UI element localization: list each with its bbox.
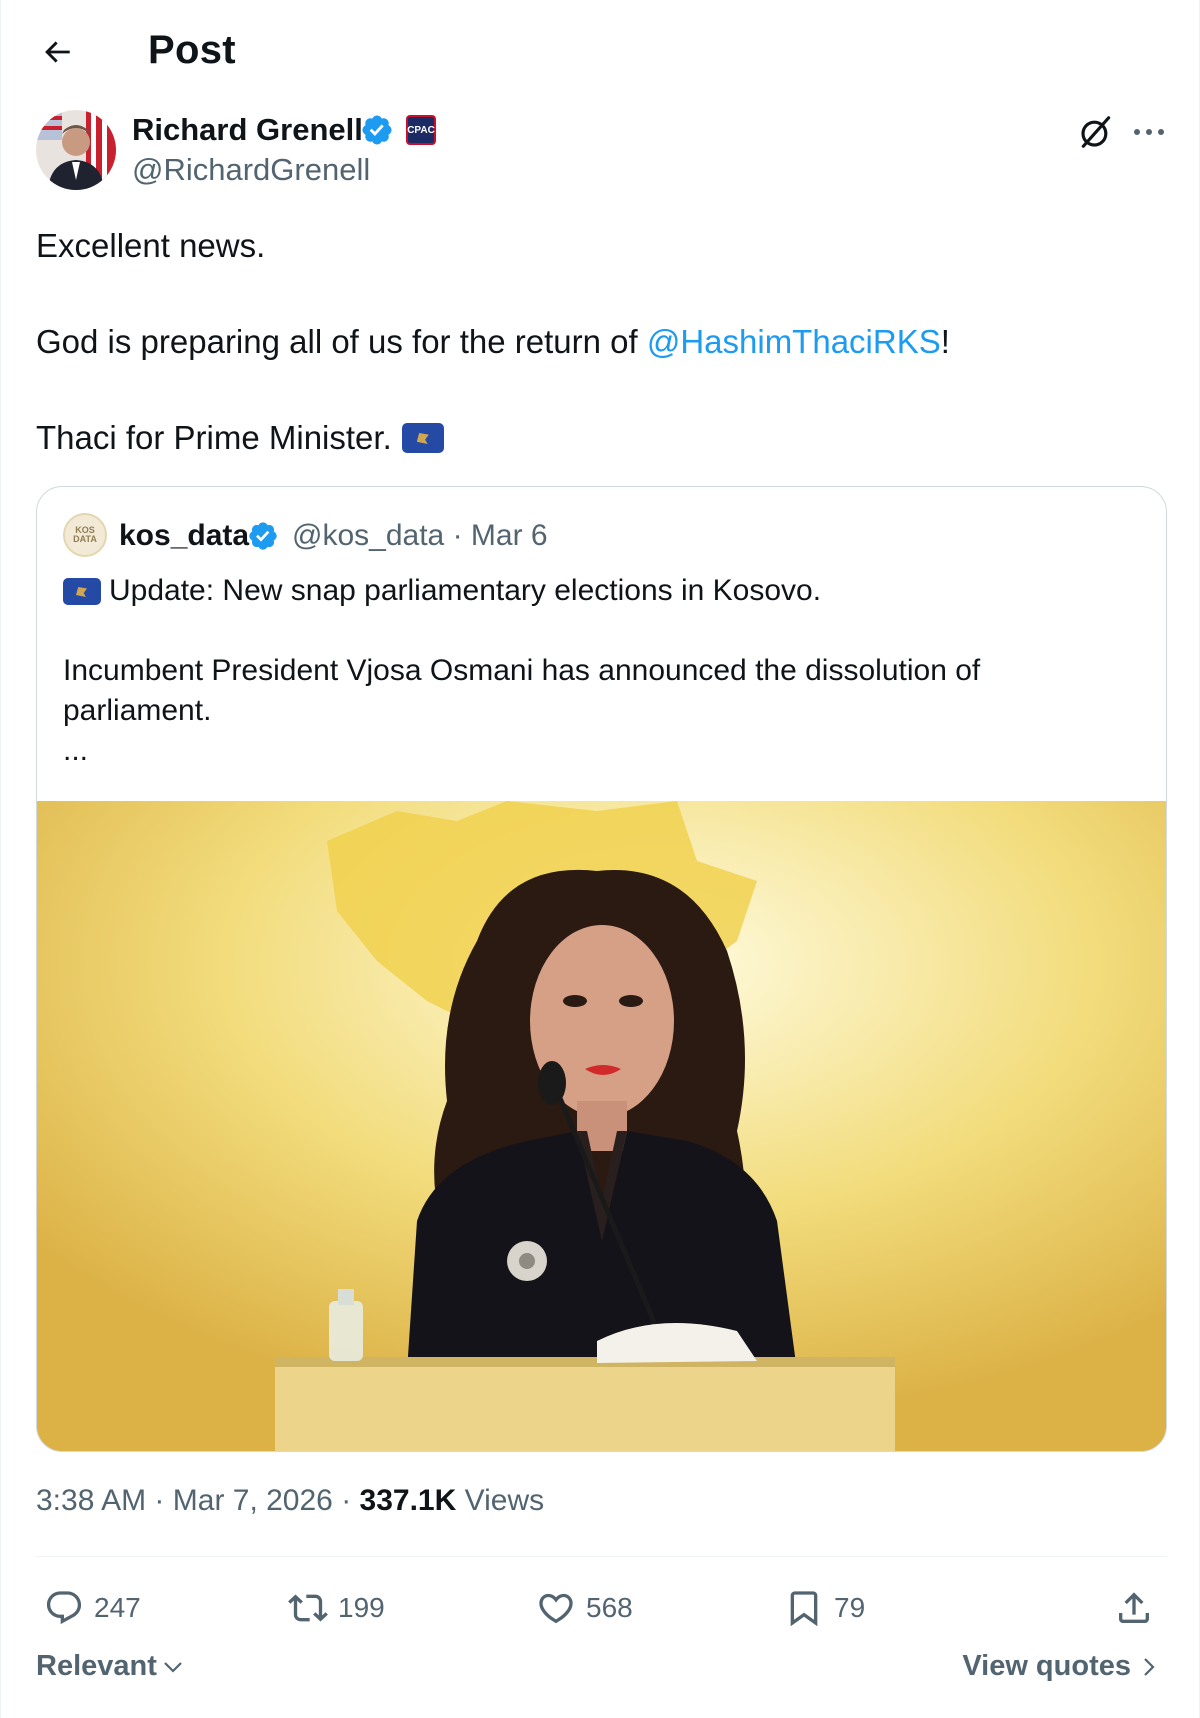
separator: · bbox=[452, 519, 463, 552]
chevron-right-icon bbox=[1144, 1657, 1155, 1676]
separator: · bbox=[341, 1484, 352, 1517]
more-options-button[interactable] bbox=[1125, 112, 1173, 152]
quote-line-text: Update: New snap parliamentary elections… bbox=[109, 574, 822, 607]
bookmark-count: 79 bbox=[834, 1592, 866, 1623]
arrow-left-icon bbox=[45, 41, 70, 63]
quote-media-image[interactable] bbox=[37, 801, 1166, 1451]
page-header: Post bbox=[1, 0, 1200, 105]
quote-ellipsis: ... bbox=[63, 734, 89, 767]
mention-link[interactable]: @HashimThaciRKS bbox=[647, 323, 941, 360]
author-name[interactable]: Richard Grenell bbox=[132, 112, 363, 148]
quote-line-text: parliament. bbox=[63, 694, 212, 727]
page-title: Post bbox=[148, 28, 236, 72]
quote-line: Incumbent President Vjosa Osmani has ann… bbox=[63, 651, 1143, 691]
like-button[interactable]: 568 bbox=[536, 1580, 633, 1636]
bookmark-icon bbox=[790, 1591, 818, 1627]
back-button[interactable] bbox=[31, 26, 83, 78]
post-line-text: ! bbox=[940, 323, 950, 360]
repost-count: 199 bbox=[338, 1592, 385, 1623]
verified-badge-icon bbox=[249, 522, 277, 550]
verified-badge-icon bbox=[362, 115, 392, 145]
quote-line: ... bbox=[63, 731, 1143, 771]
kosovo-flag-icon bbox=[401, 423, 444, 453]
post-page: Post Richard Grenell CPAC @RichardGrenel… bbox=[0, 0, 1200, 1718]
post-line: Thaci for Prime Minister. bbox=[36, 414, 1166, 462]
quoted-post-card[interactable]: KOS DATA kos_data @kos_data · Mar 6 Upda… bbox=[36, 486, 1167, 1452]
avatar[interactable] bbox=[36, 110, 116, 190]
quote-line: Update: New snap parliamentary elections… bbox=[63, 571, 1143, 611]
view-quotes-label: View quotes bbox=[962, 1650, 1131, 1682]
chevron-down-icon bbox=[164, 1661, 182, 1673]
reply-count: 247 bbox=[94, 1592, 141, 1623]
post-text: Excellent news. God is preparing all of … bbox=[36, 222, 1166, 462]
post-line: Excellent news. bbox=[36, 222, 1166, 270]
view-quotes-link[interactable]: View quotes bbox=[962, 1650, 1159, 1683]
action-bar: 247 199 568 79 bbox=[36, 1580, 1167, 1636]
press-conference-photo bbox=[37, 801, 1166, 1451]
sort-label: Relevant bbox=[36, 1650, 157, 1682]
post-line: God is preparing all of us for the retur… bbox=[36, 318, 1166, 366]
post-line-text: God is preparing all of us for the retur… bbox=[36, 323, 647, 360]
post-line-text: Excellent news. bbox=[36, 227, 266, 264]
quote-text: Update: New snap parliamentary elections… bbox=[63, 571, 1143, 771]
reply-button[interactable]: 247 bbox=[44, 1580, 141, 1636]
quote-avatar[interactable]: KOS DATA bbox=[63, 513, 107, 557]
post-line-text: Thaci for Prime Minister. bbox=[36, 419, 392, 456]
separator: · bbox=[154, 1484, 165, 1517]
quote-handle[interactable]: @kos_data bbox=[292, 519, 444, 552]
views-label: Views bbox=[464, 1484, 545, 1517]
reply-icon bbox=[46, 1591, 82, 1625]
quote-author-name[interactable]: kos_data bbox=[119, 519, 249, 553]
repost-button[interactable]: 199 bbox=[288, 1580, 385, 1636]
share-button[interactable] bbox=[1114, 1580, 1154, 1636]
kosovo-flag-icon bbox=[63, 578, 101, 605]
like-count: 568 bbox=[586, 1592, 633, 1623]
quote-date[interactable]: Mar 6 bbox=[471, 519, 548, 552]
grok-button[interactable] bbox=[1073, 110, 1119, 154]
sort-dropdown[interactable]: Relevant bbox=[36, 1650, 185, 1683]
post-timestamp: 3:38 AM · Mar 7, 2026 · 337.1K Views bbox=[36, 1484, 544, 1518]
quote-meta: @kos_data · Mar 6 bbox=[292, 519, 548, 553]
share-icon bbox=[1119, 1592, 1149, 1623]
author-handle[interactable]: @RichardGrenell bbox=[132, 152, 370, 188]
repost-icon bbox=[288, 1594, 328, 1622]
heart-icon bbox=[539, 1593, 573, 1624]
quote-line-text: Incumbent President Vjosa Osmani has ann… bbox=[63, 654, 981, 687]
more-dots-icon bbox=[1134, 129, 1164, 135]
post-date[interactable]: Mar 7, 2026 bbox=[173, 1484, 333, 1517]
affiliate-badge-icon[interactable]: CPAC bbox=[406, 115, 436, 145]
divider bbox=[36, 1556, 1167, 1557]
quote-avatar-text: KOS DATA bbox=[73, 525, 97, 544]
bookmark-button[interactable]: 79 bbox=[784, 1580, 865, 1636]
quote-line: parliament. bbox=[63, 691, 1143, 731]
views-count: 337.1K bbox=[359, 1484, 457, 1517]
grok-icon bbox=[1081, 116, 1111, 148]
post-time[interactable]: 3:38 AM bbox=[36, 1484, 146, 1517]
avatar-image bbox=[36, 110, 116, 190]
